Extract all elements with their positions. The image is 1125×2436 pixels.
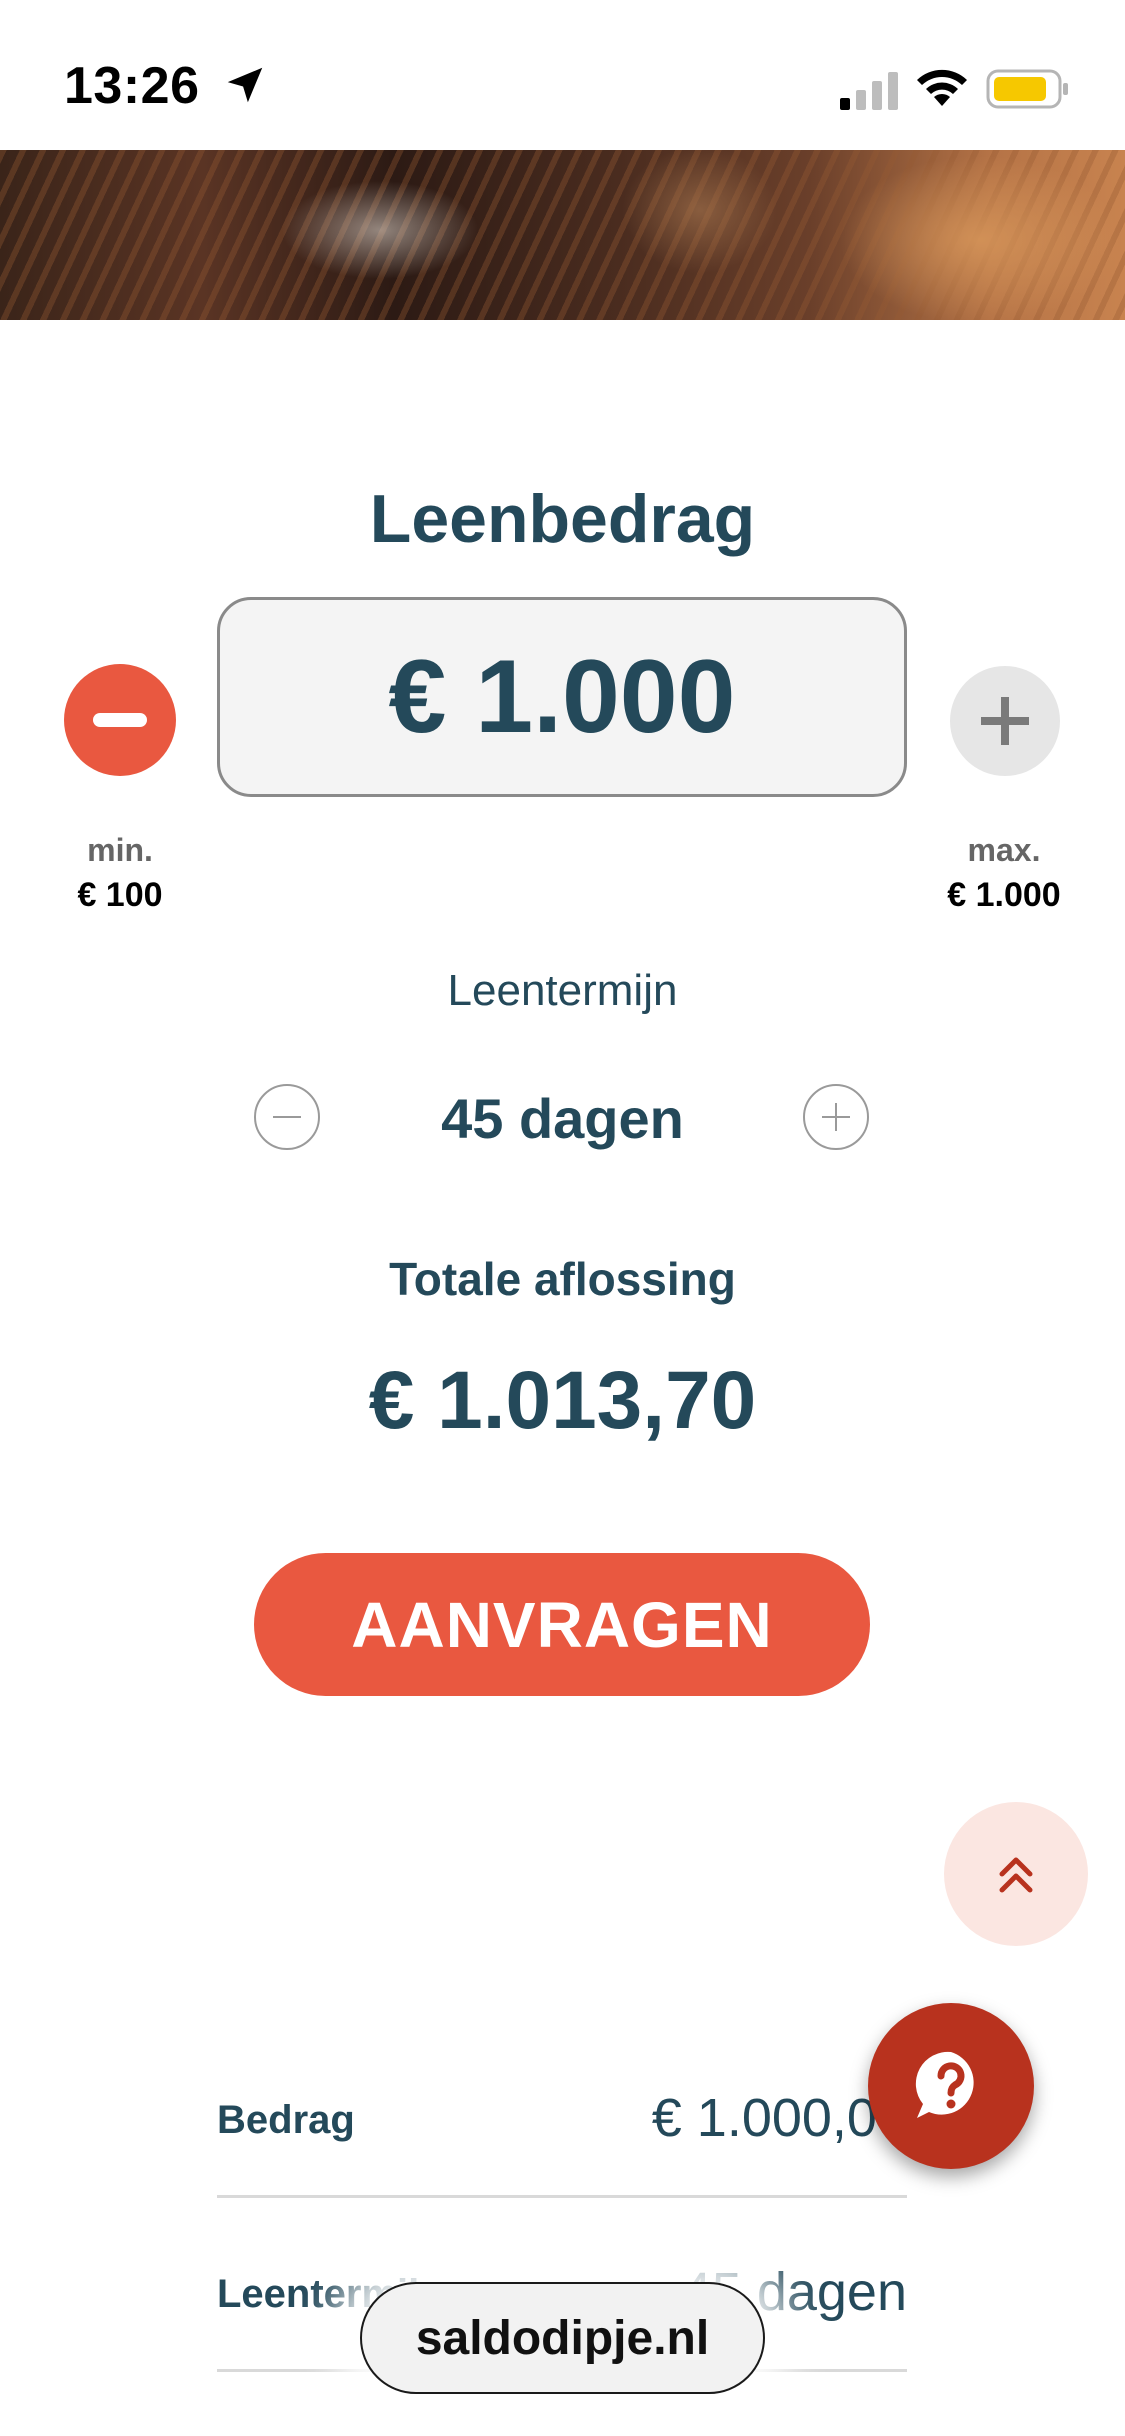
plus-icon <box>822 1103 850 1131</box>
wifi-icon <box>917 69 967 106</box>
min-value: € 100 <box>77 876 163 914</box>
double-chevron-up-icon <box>999 1857 1033 1893</box>
term-title: Leentermijn <box>447 966 678 1015</box>
location-arrow-icon <box>227 67 263 103</box>
term-increase-button[interactable] <box>803 1084 869 1150</box>
total-repayment-value: € 1.013,70 <box>368 1355 757 1446</box>
apply-button[interactable]: AANVRAGEN <box>254 1553 870 1696</box>
max-value: € 1.000 <box>947 876 1061 914</box>
status-time: 13:26 <box>64 57 200 115</box>
summary-label: Bedrag <box>217 2098 355 2142</box>
battery-icon <box>986 69 1068 109</box>
total-repayment-label: Totale aflossing <box>389 1253 736 1305</box>
min-label: min. <box>87 832 153 868</box>
help-chat-button[interactable] <box>868 2003 1034 2169</box>
scroll-to-top-button[interactable] <box>944 1802 1088 1946</box>
minus-icon <box>273 1116 301 1118</box>
max-label: max. <box>967 832 1041 868</box>
summary-row: Bedrag € 1.000,00 <box>217 2028 907 2198</box>
browser-url-bar[interactable]: saldodipje.nl <box>360 2282 765 2394</box>
amount-decrease-button[interactable] <box>64 664 176 776</box>
cellular-signal-icon <box>840 72 898 110</box>
plus-icon <box>981 697 1029 745</box>
hero-image <box>0 150 1125 320</box>
amount-input[interactable]: € 1.000 <box>217 597 907 797</box>
question-chat-icon <box>915 2051 974 2118</box>
minus-icon <box>93 713 147 727</box>
page-title: Leenbedrag <box>369 481 756 557</box>
amount-increase-button[interactable] <box>950 666 1060 776</box>
term-decrease-button[interactable] <box>254 1084 320 1150</box>
term-value: 45 dagen <box>441 1087 684 1150</box>
url-domain: saldodipje.nl <box>415 2311 710 2365</box>
amount-value: € 1.000 <box>388 638 736 755</box>
